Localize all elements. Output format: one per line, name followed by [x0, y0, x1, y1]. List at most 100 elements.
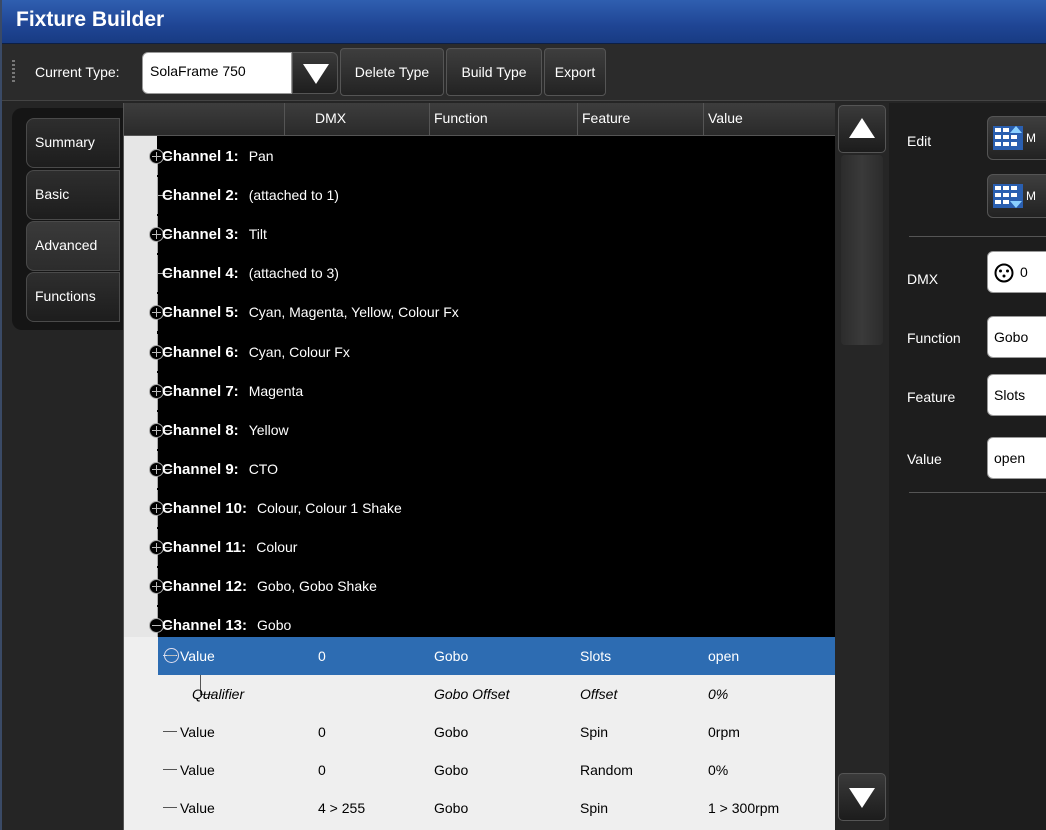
tree-connector: [136, 451, 172, 488]
column-header: DMX Function Feature Value: [124, 103, 836, 136]
tree-scrollbar[interactable]: [835, 103, 889, 830]
channel-number: Channel 6:: [162, 344, 239, 361]
channel-description: Yellow: [248, 422, 289, 438]
cell-feature: Slots: [580, 648, 612, 664]
grid-move-down-icon: [993, 184, 1023, 208]
cell-dmx: 0: [318, 648, 326, 664]
function-label: Function: [907, 330, 961, 346]
channel-label: Channel 2: (attached to 1): [162, 187, 339, 204]
tab-summary[interactable]: Summary: [26, 118, 120, 168]
cell-value: open: [708, 648, 740, 664]
tree-connector: [163, 769, 177, 770]
row-label: Value: [180, 762, 215, 778]
tree-connector: [136, 255, 172, 292]
value-field[interactable]: open: [987, 437, 1046, 479]
row-label: Value: [180, 724, 215, 740]
channel-row[interactable]: Channel 6: Cyan, Colour Fx: [124, 334, 836, 371]
tree-connector: [136, 490, 172, 527]
value-label: Value: [907, 451, 942, 467]
move-up-button[interactable]: M: [987, 116, 1046, 160]
channel-number: Channel 4:: [162, 265, 239, 282]
channel-number: Channel 9:: [162, 461, 239, 478]
cell-function: Gobo Offset: [434, 686, 510, 702]
column-header-value[interactable]: Value: [703, 103, 836, 135]
channel-description: (attached to 1): [248, 187, 339, 203]
channel-description: Gobo, Gobo Shake: [257, 578, 377, 594]
channel-number: Channel 10:: [162, 500, 248, 517]
move-down-button[interactable]: M: [987, 174, 1046, 218]
tree-connector: [136, 412, 172, 449]
channel-label: Channel 11: Colour: [162, 539, 297, 556]
column-header-dmx[interactable]: DMX: [284, 103, 429, 135]
channel-row[interactable]: Channel 10: Colour, Colour 1 Shake: [124, 490, 836, 527]
tree-connector: [163, 807, 177, 808]
tree-connector: [163, 731, 177, 732]
cell-function: Gobo: [434, 762, 469, 778]
channel-row[interactable]: Channel 7: Magenta: [124, 373, 836, 410]
value-row[interactable]: Value 4 > 255 Gobo Spin 1 > 300rpm: [158, 789, 836, 827]
channel-label: Channel 6: Cyan, Colour Fx: [162, 344, 350, 361]
build-type-button[interactable]: Build Type: [446, 48, 542, 96]
cell-value: 0%: [708, 686, 729, 702]
cell-dmx: 0: [318, 724, 326, 740]
channel-row[interactable]: Channel 8: Yellow: [124, 412, 836, 449]
tab-advanced[interactable]: Advanced: [26, 221, 120, 271]
edit-label: Edit: [907, 133, 932, 149]
tree-connector: [136, 216, 172, 253]
tab-basic[interactable]: Basic: [26, 170, 120, 220]
channel-description: Cyan, Magenta, Yellow, Colour Fx: [248, 304, 459, 320]
channel-description: CTO: [248, 461, 278, 477]
editor-divider-bottom: [909, 492, 1046, 493]
channel-row[interactable]: Channel 12: Gobo, Gobo Shake: [124, 568, 836, 605]
column-header-feature[interactable]: Feature: [577, 103, 703, 135]
column-header-function[interactable]: Function: [429, 103, 577, 135]
value-row[interactable]: Value 0 Gobo Slots open: [158, 637, 836, 675]
channel-row[interactable]: Channel 2: (attached to 1): [124, 177, 836, 214]
cell-value: 1 > 300rpm: [708, 800, 780, 816]
channel-row[interactable]: Channel 3: Tilt: [124, 216, 836, 253]
channel-description: (attached to 3): [248, 265, 339, 281]
cell-dmx: 4 > 255: [318, 800, 366, 816]
channel-number: Channel 3:: [162, 226, 239, 243]
dmx-value: 0: [1020, 264, 1028, 280]
tree-connector: [136, 334, 172, 371]
channel-description: Cyan, Colour Fx: [248, 344, 350, 360]
editor-divider-top: [909, 236, 1046, 237]
channel-row[interactable]: Channel 5: Cyan, Magenta, Yellow, Colour …: [124, 294, 836, 331]
tab-functions[interactable]: Functions: [26, 272, 120, 322]
channel-label: Channel 5: Cyan, Magenta, Yellow, Colour …: [162, 304, 459, 321]
dmx-label: DMX: [907, 271, 939, 287]
scroll-down-button[interactable]: [838, 773, 886, 821]
channel-row[interactable]: Channel 9: CTO: [124, 451, 836, 488]
delete-type-button[interactable]: Delete Type: [340, 48, 444, 96]
value-row[interactable]: Value 0 Gobo Spin 0rpm: [158, 713, 836, 751]
dmx-field[interactable]: 0: [987, 251, 1046, 293]
cell-function: Gobo: [434, 724, 469, 740]
channel-row[interactable]: Channel 11: Colour: [124, 529, 836, 566]
scroll-thumb[interactable]: [841, 155, 883, 345]
qualifier-row[interactable]: Qualifier Gobo Offset Offset 0%: [158, 675, 836, 713]
collapse-icon[interactable]: [164, 648, 179, 663]
window-title: Fixture Builder: [16, 8, 165, 31]
toolbar-grip[interactable]: [12, 60, 15, 84]
channel-row[interactable]: Channel 1: Pan: [124, 138, 836, 175]
scroll-up-button[interactable]: [838, 105, 886, 153]
channel-number: Channel 12:: [162, 578, 248, 595]
channel-label: Channel 3: Tilt: [162, 226, 267, 243]
channel-label: Channel 9: CTO: [162, 461, 278, 478]
channel-number: Channel 13:: [162, 617, 248, 634]
channel-row[interactable]: Channel 4: (attached to 3): [124, 255, 836, 292]
tree-connector: [136, 138, 172, 175]
tree-connector: [136, 294, 172, 331]
export-button[interactable]: Export: [544, 48, 606, 96]
current-type-select[interactable]: SolaFrame 750: [142, 52, 292, 94]
title-bar: Fixture Builder: [2, 0, 1046, 44]
value-row[interactable]: Value 0 Gobo Random 0%: [158, 751, 836, 789]
grid-move-up-icon: [993, 126, 1023, 150]
channel-number: Channel 8:: [162, 422, 239, 439]
function-field[interactable]: Gobo: [987, 316, 1046, 358]
cell-feature: Offset: [580, 686, 618, 702]
current-type-dropdown-button[interactable]: [292, 52, 338, 94]
column-header-tree[interactable]: [124, 103, 284, 135]
feature-field[interactable]: Slots: [987, 374, 1046, 416]
